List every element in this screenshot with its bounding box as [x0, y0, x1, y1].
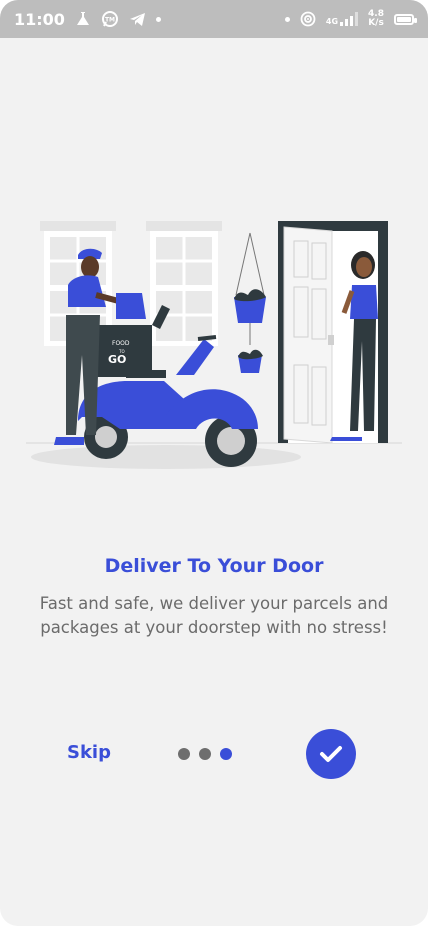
- page-indicator: [178, 748, 232, 760]
- network-speed-unit: K/s: [368, 18, 384, 28]
- box-label-3: GO: [108, 353, 126, 366]
- notification-dot: [155, 16, 161, 22]
- page-dot-2: [199, 748, 211, 760]
- battery-icon: [394, 13, 417, 25]
- page-dot-1: [178, 748, 190, 760]
- box-label-1: FOOD: [112, 340, 130, 347]
- tm-chat-icon: TM: [101, 11, 118, 27]
- network-speed: 4.8 K/s: [368, 10, 384, 28]
- onboarding-title: Deliver To Your Door: [104, 555, 324, 577]
- hotspot-icon: [300, 11, 316, 27]
- flask-icon: [76, 12, 89, 25]
- status-time: 11:00: [14, 9, 65, 29]
- phone-screen: 11:00 TM 4G 4.8 K/s FOOD TO GO Deliver T…: [0, 0, 428, 926]
- onboarding-description: Fast and safe, we deliver your parcels a…: [39, 594, 389, 637]
- telegram-icon: [129, 12, 145, 26]
- status-bar: 11:00 TM 4G 4.8 K/s: [0, 0, 428, 38]
- status-bar-right: 4G 4.8 K/s: [284, 10, 417, 28]
- skip-button[interactable]: Skip: [67, 742, 111, 763]
- status-dot: [284, 16, 290, 22]
- check-icon: [320, 746, 342, 762]
- hanging-plants: [234, 232, 266, 373]
- status-bar-left: 11:00 TM: [14, 10, 161, 29]
- signal-icon: [340, 12, 359, 26]
- delivery-illustration: FOOD TO GO: [26, 221, 402, 469]
- svg-text:TM: TM: [105, 17, 115, 24]
- network-type: 4G: [325, 17, 339, 26]
- page-dot-3-active: [220, 748, 232, 760]
- done-button[interactable]: [306, 729, 356, 779]
- signal-group: 4G: [325, 12, 359, 26]
